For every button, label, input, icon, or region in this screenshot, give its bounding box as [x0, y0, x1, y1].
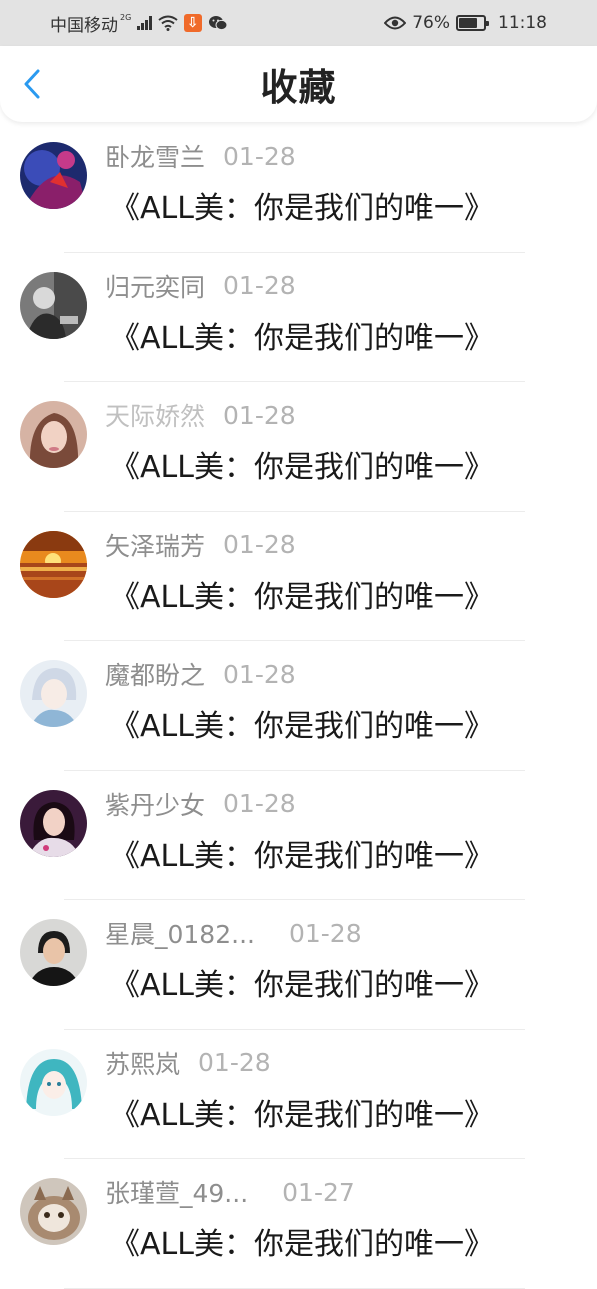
- item-date: 01-28: [198, 1048, 271, 1077]
- item-meta: 天际娇然 01-28: [105, 398, 296, 432]
- avatar[interactable]: [20, 271, 87, 339]
- eye-icon: [384, 16, 407, 30]
- item-date: 01-28: [223, 659, 296, 689]
- favorites-list: 卧龙雪兰 01-28 《ALL美：你是我们的唯一》 归元奕同 01-28 《AL…: [0, 123, 597, 1289]
- avatar[interactable]: [20, 401, 87, 468]
- item-date: 01-28: [288, 918, 362, 948]
- user-name: 张瑾萱_49...: [105, 1179, 249, 1208]
- item-title: 《ALL美：你是我们的唯一》: [110, 191, 494, 226]
- status-bar: 中国移动 2G ⇩ 76% 11:18: [0, 0, 597, 46]
- chevron-left-icon: [24, 69, 40, 99]
- back-button[interactable]: [12, 64, 52, 104]
- item-date: 01-27: [282, 1177, 355, 1207]
- item-title: 《ALL美：你是我们的唯一》: [110, 450, 494, 485]
- clock: 11:18: [498, 13, 547, 33]
- item-meta: 苏熙岚 01-28: [105, 1046, 271, 1080]
- wifi-icon: [158, 15, 178, 31]
- download-icon: ⇩: [183, 14, 202, 32]
- item-date: 01-28: [223, 141, 296, 171]
- list-item[interactable]: 归元奕同 01-28 《ALL美：你是我们的唯一》: [0, 253, 597, 382]
- avatar[interactable]: [20, 789, 87, 857]
- avatar[interactable]: [20, 142, 87, 209]
- item-date: 01-28: [223, 530, 296, 559]
- list-item[interactable]: 紫丹少女 01-28 《ALL美：你是我们的唯一》: [0, 771, 597, 900]
- item-meta: 归元奕同 01-28: [105, 269, 296, 303]
- list-item[interactable]: 卧龙雪兰 01-28 《ALL美：你是我们的唯一》: [0, 123, 597, 253]
- item-date: 01-28: [223, 789, 296, 818]
- list-item[interactable]: 苏熙岚 01-28 《ALL美：你是我们的唯一》: [0, 1030, 597, 1159]
- user-name: 卧龙雪兰: [105, 143, 206, 172]
- battery-icon: [456, 15, 489, 31]
- avatar[interactable]: [20, 660, 87, 727]
- user-name: 星晨_0182...: [105, 920, 255, 949]
- network-generation: 2G: [120, 12, 132, 22]
- user-name: 紫丹少女: [105, 790, 206, 820]
- item-meta: 矢泽瑞芳 01-28: [105, 528, 296, 562]
- page-title: 收藏: [260, 66, 337, 109]
- status-right: 76% 11:18: [384, 13, 547, 33]
- list-item[interactable]: 魔都盼之 01-28 《ALL美：你是我们的唯一》: [0, 641, 597, 771]
- user-name: 矢泽瑞芳: [105, 531, 206, 561]
- list-item[interactable]: 星晨_0182... 01-28 《ALL美：你是我们的唯一》: [0, 900, 597, 1030]
- avatar[interactable]: [20, 1178, 87, 1245]
- item-title: 《ALL美：你是我们的唯一》: [110, 1097, 494, 1133]
- user-name: 苏熙岚: [105, 1049, 181, 1079]
- divider: [64, 1287, 525, 1289]
- item-meta: 魔都盼之 01-28: [105, 657, 296, 691]
- wechat-icon: [208, 16, 228, 31]
- item-title: 《ALL美：你是我们的唯一》: [110, 320, 494, 356]
- battery-fill: [459, 18, 478, 28]
- avatar[interactable]: [20, 919, 87, 986]
- item-date: 01-28: [223, 400, 296, 430]
- item-meta: 张瑾萱_49... 01-27: [105, 1175, 355, 1209]
- list-item[interactable]: 天际娇然 01-28 《ALL美：你是我们的唯一》: [0, 382, 597, 512]
- user-name: 魔都盼之: [105, 661, 206, 690]
- list-item[interactable]: 张瑾萱_49... 01-27 《ALL美：你是我们的唯一》: [0, 1159, 597, 1289]
- item-meta: 星晨_0182... 01-28: [105, 916, 362, 950]
- user-name: 归元奕同: [105, 272, 206, 302]
- item-date: 01-28: [223, 271, 296, 300]
- avatar[interactable]: [20, 530, 87, 598]
- item-title: 《ALL美：你是我们的唯一》: [110, 709, 494, 744]
- item-title: 《ALL美：你是我们的唯一》: [110, 1227, 494, 1262]
- user-name: 天际娇然: [105, 402, 206, 431]
- avatar[interactable]: [20, 1048, 87, 1116]
- nav-bar: 收藏: [0, 46, 597, 122]
- item-title: 《ALL美：你是我们的唯一》: [110, 838, 494, 874]
- item-meta: 卧龙雪兰 01-28: [105, 139, 296, 173]
- item-meta: 紫丹少女 01-28: [105, 787, 296, 821]
- item-title: 《ALL美：你是我们的唯一》: [110, 968, 494, 1003]
- signal-icon: [137, 16, 152, 30]
- battery-percent: 76%: [412, 13, 450, 33]
- item-title: 《ALL美：你是我们的唯一》: [110, 579, 494, 615]
- list-item[interactable]: 矢泽瑞芳 01-28 《ALL美：你是我们的唯一》: [0, 512, 597, 641]
- carrier-name: 中国移动: [50, 15, 118, 36]
- status-left: 中国移动 2G ⇩: [50, 11, 228, 36]
